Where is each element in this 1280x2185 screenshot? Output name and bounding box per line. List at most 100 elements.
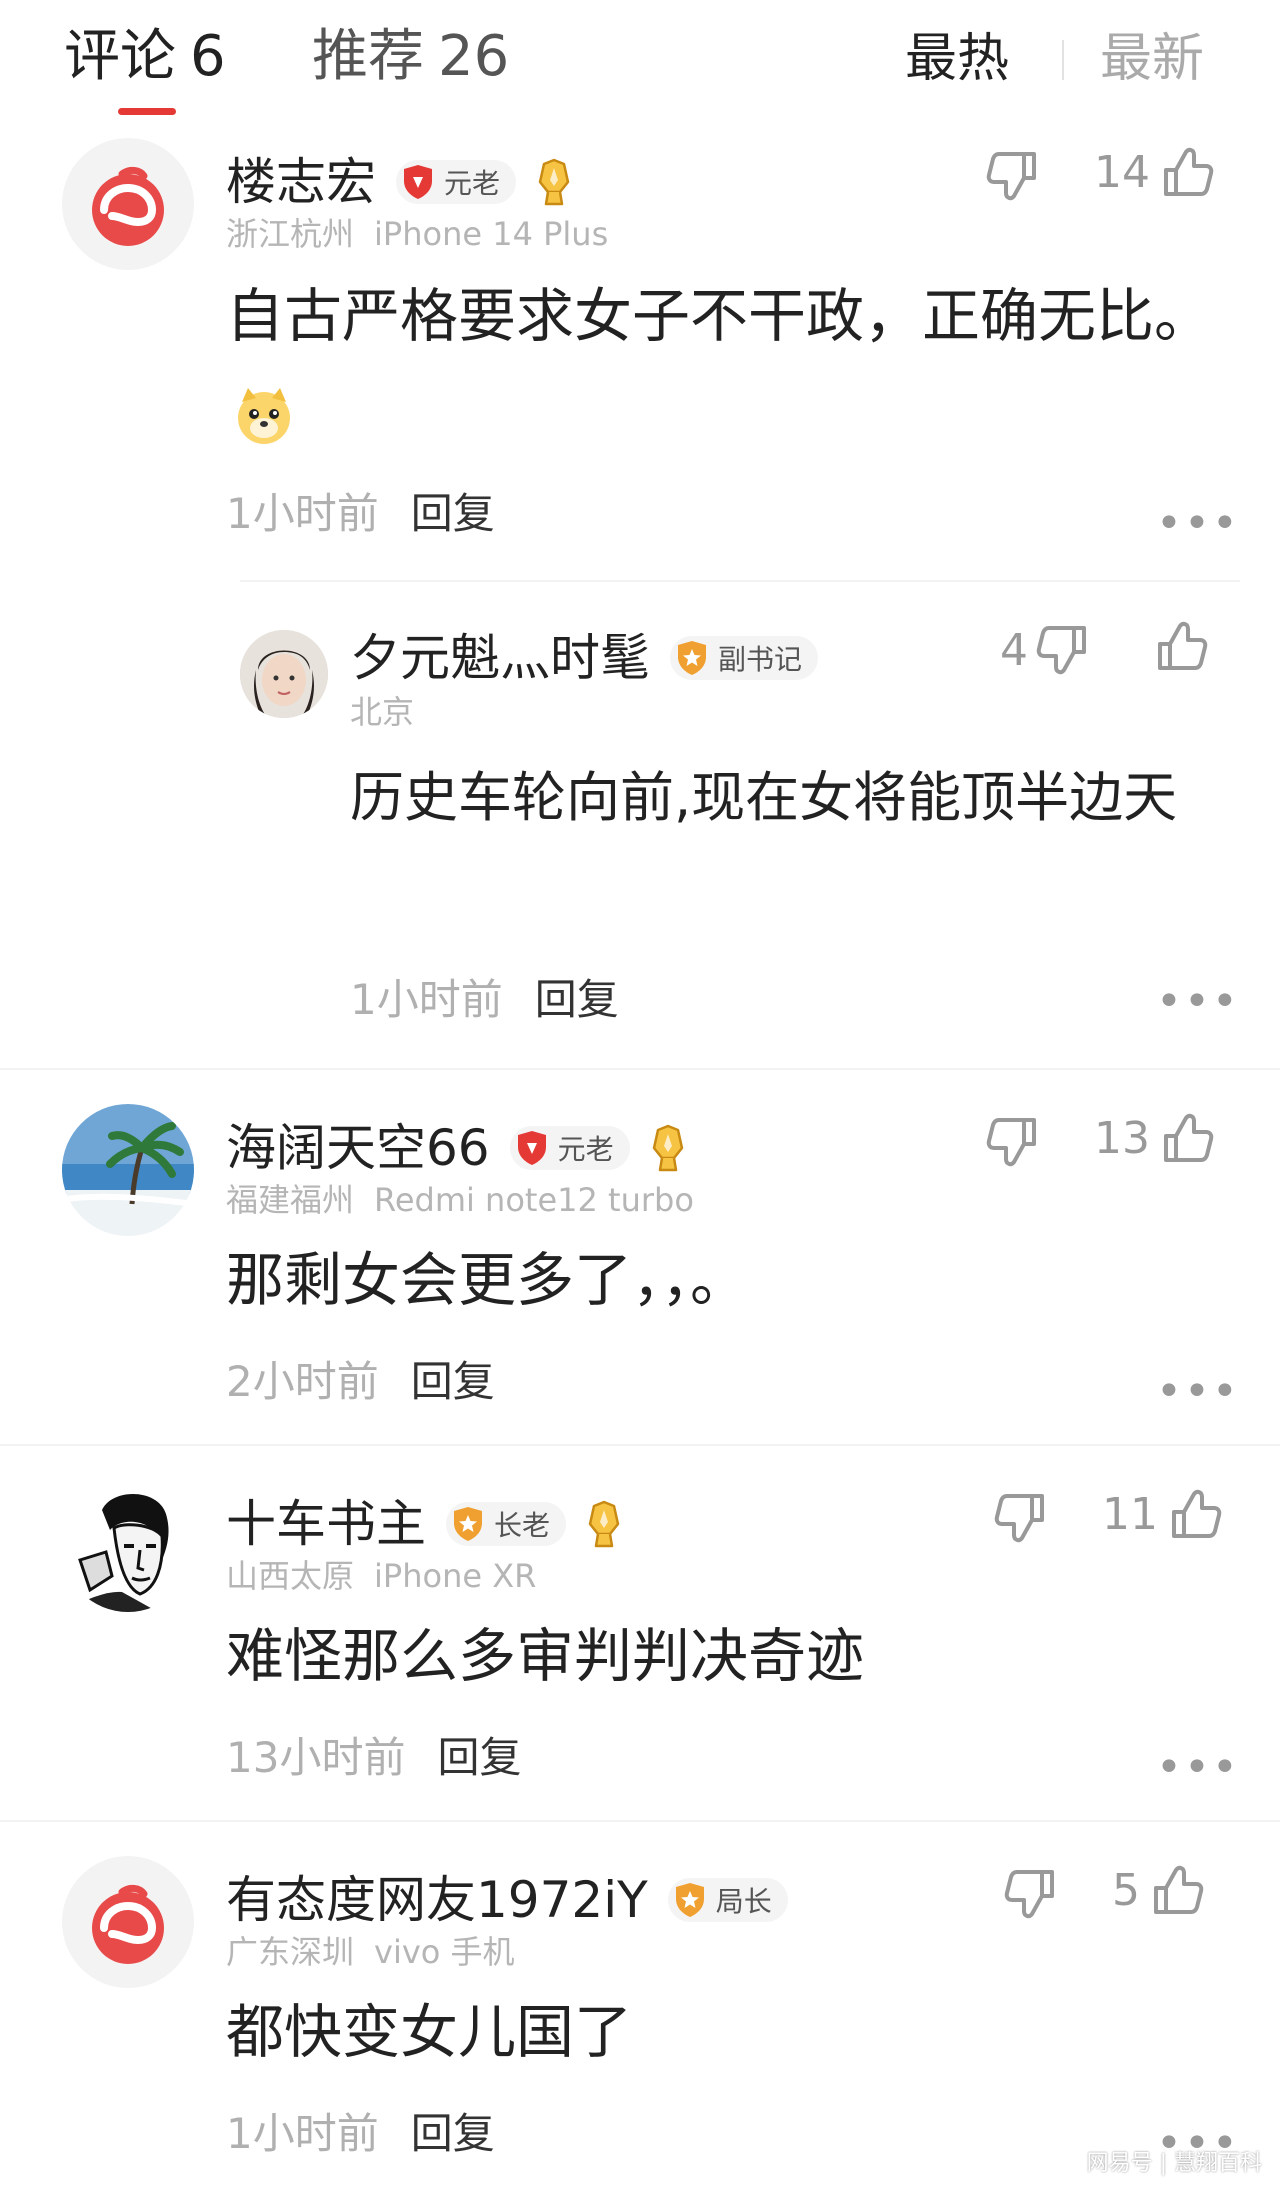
comment-divider	[0, 1068, 1280, 1070]
location: 福建福州	[226, 1181, 355, 1219]
rank-badge: 元老	[509, 1126, 630, 1170]
thumb-up-icon	[1148, 1862, 1204, 1918]
comment-divider	[0, 1444, 1280, 1446]
rank-badge: 元老	[396, 160, 517, 204]
timestamp: 1小时前	[226, 2109, 379, 2158]
comment-text: 那剩女会更多了，，。	[226, 1246, 749, 1314]
reply-button[interactable]: 回复	[535, 966, 619, 1027]
sort-new-button[interactable]: 最新	[1100, 26, 1204, 92]
like-button[interactable]: 14	[1094, 144, 1214, 200]
comment-header: 有态度网友1972iY 局长	[226, 1870, 788, 1930]
avatar[interactable]	[62, 1104, 194, 1236]
reply-text: 历史车轮向前,现在女将能顶半边天	[350, 766, 1178, 829]
comment-meta: 浙江杭州 iPhone 14 Plus	[226, 214, 608, 254]
thumb-up-icon	[1166, 1486, 1222, 1542]
rank-badge-label: 副书记	[718, 643, 803, 676]
sort-hot-button[interactable]: 最热	[905, 26, 1009, 92]
like-button[interactable]: 5	[1112, 1862, 1204, 1918]
shield-badge-icon	[402, 164, 434, 200]
location: 浙江杭州	[226, 215, 355, 253]
like-count: 5	[1112, 1864, 1140, 1916]
shield-badge-icon	[676, 640, 708, 676]
watermark: 网易号 | 慧翔百科	[1086, 2151, 1262, 2176]
comment-meta: 福建福州 Redmi note12 turbo	[226, 1180, 694, 1220]
avatar[interactable]	[62, 1856, 194, 1988]
device: iPhone XR	[374, 1557, 537, 1595]
reply-actions: 1小时前 回复	[350, 966, 619, 1027]
comment-actions: 13小时前 回复	[226, 1724, 521, 1785]
avatar[interactable]	[62, 138, 194, 270]
rank-badge-label: 元老	[557, 1133, 614, 1166]
device: Redmi note12 turbo	[374, 1181, 694, 1219]
thumb-up-icon	[1152, 618, 1208, 674]
tab-recommend-count: 26	[438, 24, 510, 89]
thumb-down-icon	[1036, 622, 1092, 678]
tab-comments[interactable]: 评论 6	[64, 22, 226, 92]
like-count: 14	[1094, 146, 1150, 198]
comment-text: 都快变女儿国了	[226, 1998, 633, 2066]
like-count: 13	[1094, 1112, 1150, 1164]
like-button[interactable]: 11	[1102, 1486, 1222, 1542]
reply-button[interactable]: 回复	[411, 2100, 495, 2161]
thumb-up-icon	[1158, 144, 1214, 200]
thumb-up-icon	[1158, 1110, 1214, 1166]
reply-button[interactable]: 回复	[437, 1724, 521, 1785]
comment-meta: 广东深圳 vivo 手机	[226, 1932, 515, 1972]
reply-username[interactable]: 夕元魁灬时髦	[350, 628, 650, 688]
active-tab-indicator	[118, 108, 176, 115]
dislike-button[interactable]	[986, 1114, 1042, 1170]
beach-photo-avatar	[62, 1104, 194, 1236]
reply-meta: 北京	[350, 692, 414, 732]
thumb-down-icon	[1004, 1866, 1060, 1922]
comment-actions: 1小时前 回复	[226, 480, 495, 541]
thumb-down-icon	[986, 148, 1042, 204]
comment-header: 楼志宏 元老	[226, 152, 574, 212]
thumb-down-icon	[994, 1490, 1050, 1546]
rank-badge-label: 局长	[715, 1885, 772, 1918]
dislike-button[interactable]: 4	[1000, 622, 1092, 678]
reply-button[interactable]: 回复	[411, 480, 495, 541]
rank-badge: 长老	[446, 1502, 567, 1546]
device: iPhone 14 Plus	[374, 215, 609, 253]
more-icon[interactable]: •••	[1156, 980, 1240, 1024]
location: 北京	[350, 693, 415, 731]
username[interactable]: 海阔天空66	[226, 1118, 490, 1178]
dislike-count: 4	[1000, 624, 1028, 676]
location: 广东深圳	[226, 1933, 355, 1971]
comment-header: 海阔天空66 元老	[226, 1118, 688, 1178]
more-icon[interactable]: •••	[1156, 1370, 1240, 1414]
rank-badge-label: 元老	[444, 167, 501, 200]
more-icon[interactable]: •••	[1156, 502, 1240, 546]
reply-avatar[interactable]	[240, 630, 328, 718]
sketch-portrait-avatar	[62, 1480, 194, 1612]
comment-actions: 1小时前 回复	[226, 2100, 495, 2161]
like-button[interactable]	[1152, 618, 1208, 674]
tab-recommend[interactable]: 推荐 26	[312, 22, 509, 92]
username[interactable]: 十车书主	[226, 1494, 426, 1554]
comment-divider	[0, 1820, 1280, 1822]
username[interactable]: 有态度网友1972iY	[226, 1870, 648, 1930]
sort-divider	[1062, 40, 1064, 80]
more-icon[interactable]: •••	[1156, 1746, 1240, 1790]
crown-icon	[584, 1500, 624, 1548]
crown-icon	[648, 1124, 688, 1172]
rank-badge-label: 长老	[494, 1509, 551, 1542]
reply-divider	[240, 580, 1240, 582]
shield-badge-icon	[452, 1506, 484, 1542]
dislike-button[interactable]	[1004, 1866, 1060, 1922]
like-button[interactable]: 13	[1094, 1110, 1214, 1166]
comment-text: 自古严格要求女子不干政，正确无比。	[226, 268, 1266, 460]
dislike-button[interactable]	[986, 148, 1042, 204]
comment-tabs: 评论 6 推荐 26 最热 最新	[0, 0, 1280, 124]
dog-emoji-icon	[238, 387, 290, 444]
location: 山西太原	[226, 1557, 355, 1595]
reply-header: 夕元魁灬时髦 副书记	[350, 628, 819, 688]
like-count: 11	[1102, 1488, 1158, 1540]
username[interactable]: 楼志宏	[226, 152, 376, 212]
timestamp: 13小时前	[226, 1733, 406, 1782]
reply-button[interactable]: 回复	[411, 1348, 495, 1409]
dislike-button[interactable]	[994, 1490, 1050, 1546]
avatar[interactable]	[62, 1480, 194, 1612]
comment-text-body: 自古严格要求女子不干政，正确无比。	[226, 282, 1213, 350]
timestamp: 1小时前	[350, 975, 503, 1024]
